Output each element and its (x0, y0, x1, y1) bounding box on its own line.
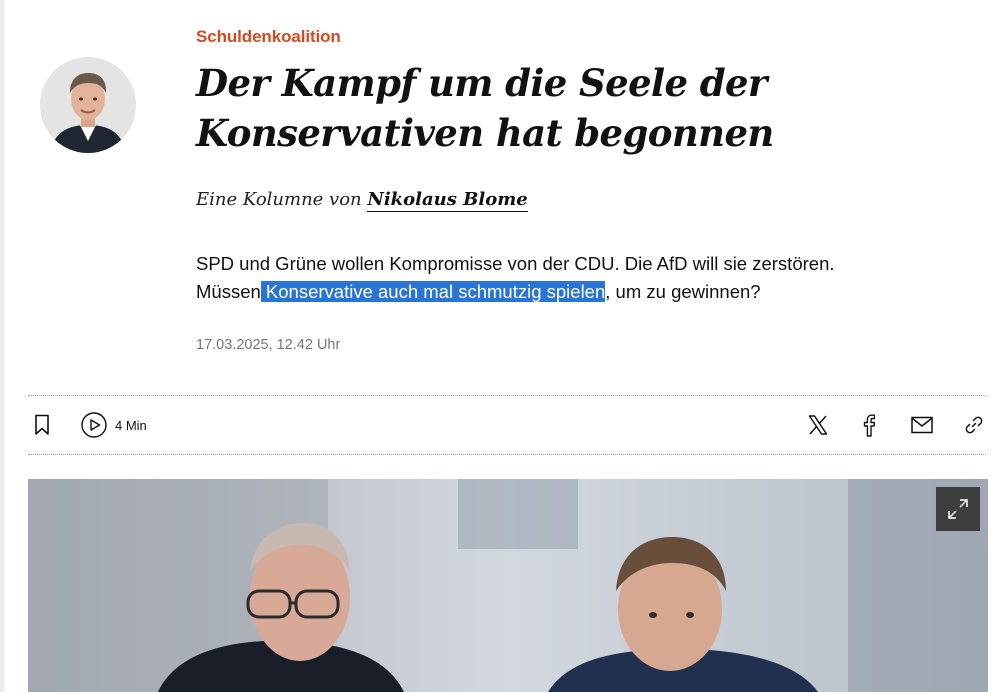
facebook-icon (863, 414, 875, 437)
share-x-button[interactable] (808, 396, 828, 454)
play-icon (81, 412, 107, 438)
article-headline: Der Kampf um die Seele der Konservativen… (196, 61, 774, 155)
toolbar-divider-bottom (28, 454, 986, 455)
publish-date: 17.03.2025, 12.42 Uhr (196, 337, 341, 353)
lead-text-end: , um zu gewinnen? (605, 281, 761, 302)
article-kicker: Schuldenkoalition (196, 27, 341, 46)
article-toolbar: 4 Min (28, 396, 988, 454)
share-mail-button[interactable] (911, 396, 933, 454)
page-left-border (0, 0, 4, 692)
listen-duration: 4 Min (115, 417, 147, 433)
share-facebook-button[interactable] (863, 396, 875, 454)
mail-icon (911, 416, 933, 434)
listen-button[interactable]: 4 Min (81, 396, 147, 454)
x-icon (808, 415, 828, 435)
copy-link-button[interactable] (963, 396, 985, 454)
article-byline: Eine Kolumne von Nikolaus Blome (196, 189, 528, 212)
byline-prefix: Eine Kolumne von (196, 189, 362, 210)
bookmark-icon (35, 414, 49, 435)
expand-image-button[interactable] (936, 487, 980, 531)
author-avatar[interactable] (40, 57, 136, 153)
author-link[interactable]: Nikolaus Blome (367, 189, 528, 212)
article-lead: SPD und Grüne wollen Kompromisse von der… (196, 250, 876, 306)
link-icon (965, 416, 983, 434)
hero-image[interactable] (28, 479, 988, 692)
author-portrait (40, 57, 136, 153)
hero-photo (28, 479, 988, 692)
expand-icon (948, 499, 968, 519)
lead-selected-text: Konservative auch mal schmutzig spielen (260, 281, 606, 302)
bookmark-button[interactable] (34, 396, 50, 454)
